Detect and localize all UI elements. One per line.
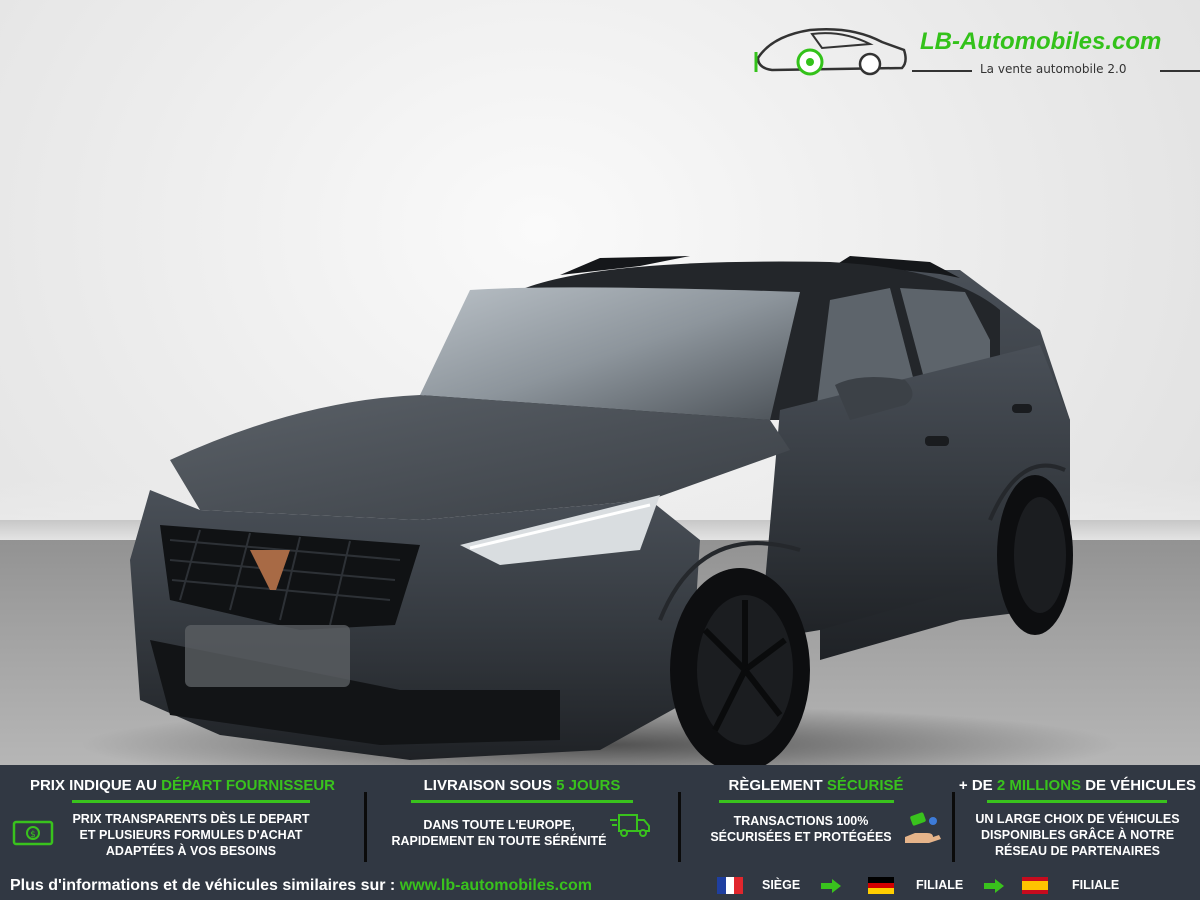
feature-title: RÈGLEMENT SÉCURISÉ bbox=[728, 777, 904, 794]
website-link[interactable]: www.lb-automobiles.com bbox=[400, 877, 592, 894]
svg-text:$: $ bbox=[30, 830, 36, 840]
feature-line: SÉCURISÉES ET PROTÉGÉES bbox=[710, 830, 892, 844]
feature-line: ET PLUSIEURS FORMULES D'ACHAT bbox=[79, 828, 303, 842]
feature-title: PRIX INDIQUE AU DÉPART FOURNISSEUR bbox=[29, 777, 336, 794]
arrow-right-icon bbox=[984, 879, 1004, 893]
brand-tagline: La vente automobile 2.0 bbox=[980, 62, 1127, 76]
france-flag-icon bbox=[717, 877, 743, 894]
feature-stock: + DE 2 MILLIONS DE VÉHICULES UN LARGE CH… bbox=[955, 765, 1200, 870]
feature-price: PRIX INDIQUE AU DÉPART FOURNISSEUR $ PRI… bbox=[0, 765, 365, 870]
vehicle-photo: LB-Automobiles.com La vente automobile 2… bbox=[0, 0, 1200, 765]
feature-line: PRIX TRANSPARENTS DÈS LE DEPART bbox=[72, 812, 310, 826]
payment-hand-icon bbox=[905, 812, 941, 843]
feature-line: TRANSACTIONS 100% bbox=[733, 814, 869, 828]
delivery-truck-icon bbox=[610, 814, 650, 837]
brand-logo: LB-Automobiles.com La vente automobile 2… bbox=[752, 22, 1200, 82]
feature-delivery: LIVRAISON SOUS 5 JOURS DANS TOUTE L'EURO… bbox=[367, 765, 677, 870]
feature-title: LIVRAISON SOUS 5 JOURS bbox=[423, 777, 621, 794]
germany-flag-icon bbox=[868, 877, 894, 894]
feature-line: RÉSEAU DE PARTENAIRES bbox=[994, 844, 1161, 858]
footer-info: Plus d'informations et de véhicules simi… bbox=[10, 877, 593, 894]
car-logo-icon bbox=[754, 27, 907, 76]
feature-line: DISPONIBLES GRÂCE À NOTRE bbox=[980, 828, 1175, 842]
arrow-right-icon bbox=[821, 879, 841, 893]
feature-line: DANS TOUTE L'EUROPE, bbox=[423, 818, 575, 832]
feature-line: ADAPTÉES À VOS BESOINS bbox=[105, 844, 277, 858]
brand-name: LB-Automobiles.com bbox=[920, 28, 1162, 55]
location-label: FILIALE bbox=[916, 878, 964, 892]
feature-payment: RÈGLEMENT SÉCURISÉ TRANSACTIONS 100% SÉC… bbox=[681, 765, 951, 870]
feature-line: RAPIDEMENT EN TOUTE SÉRÉNITÉ bbox=[391, 834, 607, 848]
money-icon: $ bbox=[12, 820, 54, 846]
feature-title: + DE 2 MILLIONS DE VÉHICULES bbox=[958, 777, 1197, 794]
feature-line: UN LARGE CHOIX DE VÉHICULES bbox=[975, 812, 1180, 826]
car-illustration bbox=[80, 256, 1120, 765]
spain-flag-icon bbox=[1022, 877, 1048, 894]
location-label: SIÈGE bbox=[762, 878, 801, 892]
location-label: FILIALE bbox=[1072, 878, 1120, 892]
info-band: PRIX INDIQUE AU DÉPART FOURNISSEUR $ PRI… bbox=[0, 765, 1200, 900]
